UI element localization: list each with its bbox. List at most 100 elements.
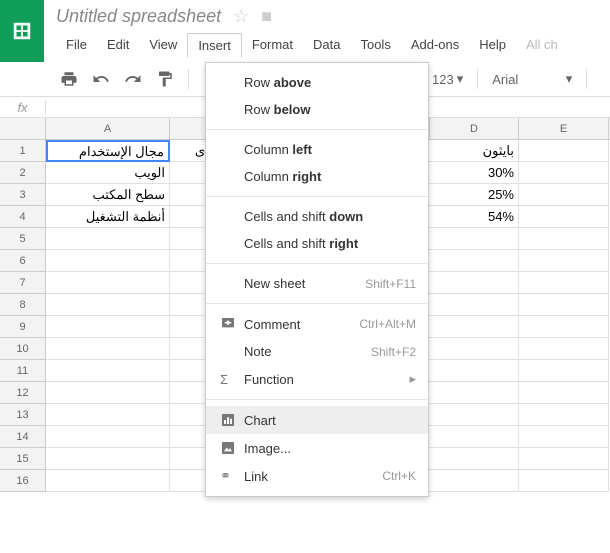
cell[interactable] (46, 360, 170, 382)
cell[interactable] (519, 228, 609, 250)
menu-view[interactable]: View (139, 33, 187, 58)
menu-item-note[interactable]: NoteShift+F2 (206, 338, 428, 365)
menu-item-cells-shift-right[interactable]: Cells and shift right (206, 230, 428, 257)
row-header[interactable]: 8 (0, 294, 46, 316)
cell[interactable] (519, 426, 609, 448)
menu-data[interactable]: Data (303, 33, 350, 58)
cell[interactable] (519, 316, 609, 338)
menu-tools[interactable]: Tools (350, 33, 400, 58)
row-header[interactable]: 15 (0, 448, 46, 470)
row-header[interactable]: 9 (0, 316, 46, 338)
cell[interactable] (170, 272, 210, 294)
cell[interactable] (170, 470, 210, 492)
cell[interactable]: بايثون (429, 140, 519, 162)
cell[interactable] (46, 228, 170, 250)
cell[interactable]: ى (170, 140, 210, 162)
paint-format-icon[interactable] (156, 70, 174, 88)
col-header-d[interactable]: D (429, 118, 519, 139)
cell[interactable] (429, 448, 519, 470)
menu-item-chart[interactable]: Chart (206, 406, 428, 434)
cell[interactable] (46, 250, 170, 272)
menu-item-column-left[interactable]: Column left (206, 136, 428, 163)
cell[interactable] (46, 470, 170, 492)
cell[interactable] (46, 382, 170, 404)
menu-insert[interactable]: Insert (187, 33, 242, 58)
cell[interactable] (170, 294, 210, 316)
cell[interactable] (519, 404, 609, 426)
cell[interactable] (519, 250, 609, 272)
cell[interactable] (170, 250, 210, 272)
cell[interactable]: 54% (429, 206, 519, 228)
cell[interactable] (429, 404, 519, 426)
cell[interactable] (170, 162, 210, 184)
cell[interactable] (519, 470, 609, 492)
cell[interactable] (170, 316, 210, 338)
cell[interactable] (429, 382, 519, 404)
cell[interactable] (170, 404, 210, 426)
cell[interactable] (429, 360, 519, 382)
row-header[interactable]: 13 (0, 404, 46, 426)
cell[interactable] (429, 250, 519, 272)
font-dropdown[interactable]: Arial▾ (492, 71, 572, 87)
cell[interactable]: مجال الإستخدام (46, 140, 170, 162)
number-format-dropdown[interactable]: 123▾ (432, 71, 463, 87)
col-header-e[interactable]: E (519, 118, 609, 139)
cell[interactable] (46, 338, 170, 360)
cell[interactable] (170, 426, 210, 448)
menu-item-row-above[interactable]: Row above (206, 69, 428, 96)
menu-edit[interactable]: Edit (97, 33, 139, 58)
cell[interactable] (429, 338, 519, 360)
menu-item-column-right[interactable]: Column right (206, 163, 428, 190)
cell[interactable] (519, 184, 609, 206)
menu-file[interactable]: File (56, 33, 97, 58)
menu-item-new-sheet[interactable]: New sheetShift+F11 (206, 270, 428, 297)
cell[interactable] (170, 184, 210, 206)
cell[interactable]: 25% (429, 184, 519, 206)
menu-help[interactable]: Help (469, 33, 516, 58)
cell[interactable] (46, 316, 170, 338)
cell[interactable] (46, 448, 170, 470)
redo-icon[interactable] (124, 70, 142, 88)
cell[interactable] (429, 294, 519, 316)
print-icon[interactable] (60, 70, 78, 88)
cell[interactable]: الويب (46, 162, 170, 184)
row-header[interactable]: 2 (0, 162, 46, 184)
menu-addons[interactable]: Add-ons (401, 33, 469, 58)
cell[interactable] (519, 338, 609, 360)
menu-item-row-below[interactable]: Row below (206, 96, 428, 123)
row-header[interactable]: 10 (0, 338, 46, 360)
row-header[interactable]: 12 (0, 382, 46, 404)
cell[interactable] (519, 140, 609, 162)
menu-item-link[interactable]: ⚭LinkCtrl+K (206, 462, 428, 490)
cell[interactable] (519, 360, 609, 382)
row-header[interactable]: 7 (0, 272, 46, 294)
cell[interactable] (46, 426, 170, 448)
cell[interactable] (46, 294, 170, 316)
cell[interactable] (429, 470, 519, 492)
cell[interactable] (170, 338, 210, 360)
star-icon[interactable]: ☆ (233, 6, 249, 27)
cell[interactable] (46, 404, 170, 426)
folder-icon[interactable]: ■ (261, 6, 272, 27)
row-header[interactable]: 5 (0, 228, 46, 250)
cell[interactable] (170, 228, 210, 250)
row-header[interactable]: 16 (0, 470, 46, 492)
row-header[interactable]: 3 (0, 184, 46, 206)
cell[interactable] (429, 228, 519, 250)
menu-item-comment[interactable]: CommentCtrl+Alt+M (206, 310, 428, 338)
col-header-b[interactable] (170, 118, 210, 139)
cell[interactable] (170, 360, 210, 382)
row-header[interactable]: 1 (0, 140, 46, 162)
row-header[interactable]: 11 (0, 360, 46, 382)
cell[interactable] (170, 382, 210, 404)
cell[interactable] (519, 272, 609, 294)
cell[interactable] (519, 206, 609, 228)
document-title[interactable]: Untitled spreadsheet (56, 6, 221, 27)
cell[interactable] (519, 162, 609, 184)
cell[interactable] (170, 448, 210, 470)
cell[interactable] (429, 272, 519, 294)
menu-item-cells-shift-down[interactable]: Cells and shift down (206, 203, 428, 230)
cell[interactable]: أنظمة التشغيل (46, 206, 170, 228)
cell[interactable]: سطح المكتب (46, 184, 170, 206)
cell[interactable] (519, 382, 609, 404)
